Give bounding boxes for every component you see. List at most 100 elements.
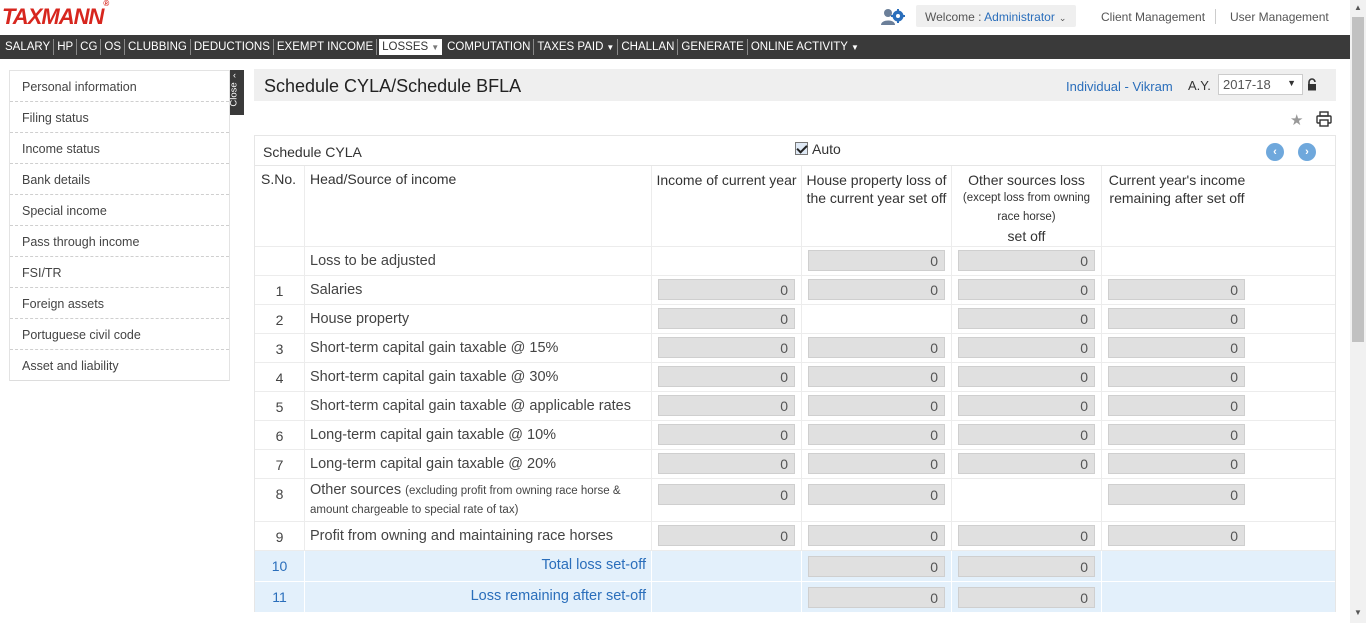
income-current-year-input[interactable]: 0 [658, 395, 795, 416]
assessee-link[interactable]: Individual - Vikram [1066, 79, 1173, 94]
sidebar-item-pass-through-income[interactable]: Pass through income [10, 226, 229, 257]
menu-item-os[interactable]: OS [101, 39, 126, 55]
col-income-current-year: Income of current year [651, 166, 801, 246]
os-loss-set-off-input[interactable]: 0 [958, 453, 1095, 474]
hp-loss-set-off-input[interactable]: 0 [808, 556, 945, 577]
row-number: 11 [272, 589, 287, 605]
chevron-down-icon: ⌄ [1058, 13, 1067, 23]
income-current-year-input[interactable]: 0 [658, 424, 795, 445]
cell-income-remaining: 0 [1101, 276, 1335, 304]
sidebar-item-foreign-assets[interactable]: Foreign assets [10, 288, 229, 319]
scrollbar-thumb[interactable] [1352, 17, 1364, 342]
menu-item-label: TAXES PAID [537, 41, 604, 53]
menu-item-generate[interactable]: GENERATE [678, 39, 748, 55]
chevron-left-icon[interactable]: ‹ [1266, 143, 1284, 161]
os-loss-set-off-input[interactable]: 0 [958, 395, 1095, 416]
sidebar-item-asset-and-liability[interactable]: Asset and liability [10, 350, 229, 381]
sidebar-item-fsi-tr[interactable]: FSI/TR [10, 257, 229, 288]
income-current-year-input[interactable]: 0 [658, 337, 795, 358]
client-management-link[interactable]: Client Management [1101, 10, 1205, 24]
income-current-year-input[interactable]: 0 [658, 279, 795, 300]
income-remaining-input[interactable]: 0 [1108, 484, 1245, 505]
hp-loss-set-off-input[interactable]: 0 [808, 453, 945, 474]
menu-item-hp[interactable]: HP [54, 39, 78, 55]
os-loss-set-off-input[interactable]: 0 [958, 279, 1095, 300]
hp-loss-set-off-input[interactable]: 0 [808, 250, 945, 271]
income-current-year-input[interactable]: 0 [658, 484, 795, 505]
checkbox-checked-icon[interactable] [795, 141, 808, 155]
hp-loss-set-off-input[interactable]: 0 [808, 587, 945, 608]
income-remaining-input[interactable]: 0 [1108, 453, 1245, 474]
row-number: 3 [275, 341, 284, 357]
print-icon[interactable] [1316, 111, 1332, 127]
user-management-link[interactable]: User Management [1230, 10, 1329, 24]
cell-income-remaining: 0 [1101, 392, 1335, 420]
chevron-right-icon[interactable]: › [1298, 143, 1316, 161]
menu-item-exempt-income[interactable]: EXEMPT INCOME [274, 39, 378, 55]
sidebar-item-income-status[interactable]: Income status [10, 133, 229, 164]
lock-icon[interactable] [1307, 78, 1317, 91]
income-current-year-input[interactable]: 0 [658, 525, 795, 546]
sidebar-close-toggle[interactable]: ‹ Close [229, 70, 244, 115]
hp-loss-set-off-input[interactable]: 0 [808, 424, 945, 445]
os-loss-set-off-input[interactable]: 0 [958, 587, 1095, 608]
menu-item-label: ONLINE ACTIVITY [750, 41, 848, 53]
menu-item-salary[interactable]: SALARY [2, 39, 55, 55]
income-remaining-input[interactable]: 0 [1108, 279, 1245, 300]
income-remaining-input[interactable]: 0 [1108, 366, 1245, 387]
cell-sno: 4 [255, 363, 304, 391]
os-loss-set-off-input[interactable]: 0 [958, 337, 1095, 358]
star-icon[interactable]: ★ [1290, 111, 1303, 129]
os-loss-set-off-input[interactable]: 0 [958, 424, 1095, 445]
hp-loss-set-off-input[interactable]: 0 [808, 279, 945, 300]
income-remaining-input[interactable]: 0 [1108, 424, 1245, 445]
income-current-year-input[interactable]: 0 [658, 308, 795, 329]
os-loss-set-off-input[interactable]: 0 [958, 366, 1095, 387]
users-gear-icon[interactable] [880, 6, 906, 28]
sidebar-item-personal-information[interactable]: Personal information [10, 71, 229, 102]
os-loss-set-off-input[interactable]: 0 [958, 250, 1095, 271]
os-loss-set-off-input[interactable]: 0 [958, 556, 1095, 577]
left-sidebar: Personal information Filing status Income … [9, 70, 230, 381]
menu-item-challan[interactable]: CHALLAN [618, 39, 679, 55]
auto-checkbox[interactable]: Auto [795, 141, 841, 157]
hp-loss-set-off-input[interactable]: 0 [808, 525, 945, 546]
menu-item-online-activity[interactable]: ONLINE ACTIVITY ▼ [748, 39, 862, 55]
menu-item-deductions[interactable]: DEDUCTIONS [191, 39, 274, 55]
menu-item-taxes-paid[interactable]: TAXES PAID ▼ [534, 39, 619, 55]
taxmann-logo[interactable]: TAXMANN® [2, 0, 109, 30]
menu-item-cg[interactable]: CG [77, 39, 102, 55]
scroll-up-icon[interactable]: ▲ [1354, 3, 1362, 12]
income-remaining-input[interactable]: 0 [1108, 525, 1245, 546]
hp-loss-set-off-input[interactable]: 0 [808, 366, 945, 387]
ay-select[interactable]: 2017-18 ▼ [1218, 74, 1303, 95]
sidebar-item-filing-status[interactable]: Filing status [10, 102, 229, 133]
hp-loss-set-off-input[interactable]: 0 [808, 395, 945, 416]
income-current-year-input[interactable]: 0 [658, 453, 795, 474]
cell-hp-loss-set-off [801, 305, 951, 333]
menu-item-losses[interactable]: LOSSES ▼ [379, 39, 443, 55]
hp-loss-set-off-input[interactable]: 0 [808, 337, 945, 358]
income-remaining-input[interactable]: 0 [1108, 395, 1245, 416]
income-current-year-input[interactable]: 0 [658, 366, 795, 387]
hp-loss-set-off-input[interactable]: 0 [808, 484, 945, 505]
income-remaining-input[interactable]: 0 [1108, 308, 1245, 329]
welcome-user-dropdown[interactable]: Welcome : Administrator ⌄ [916, 5, 1076, 27]
income-remaining-input[interactable]: 0 [1108, 337, 1245, 358]
table-row: 7 Long-term capital gain taxable @ 20% 0 0 0… [255, 450, 1335, 479]
sidebar-item-bank-details[interactable]: Bank details [10, 164, 229, 195]
sidebar-item-portuguese-civil-code[interactable]: Portuguese civil code [10, 319, 229, 350]
os-loss-set-off-input[interactable]: 0 [958, 525, 1095, 546]
cell-income-remaining: 0 [1101, 334, 1335, 362]
menu-item-clubbing[interactable]: CLUBBING [125, 39, 191, 55]
page-scrollbar[interactable]: ▲ ▼ [1350, 0, 1366, 623]
os-loss-set-off-input[interactable]: 0 [958, 308, 1095, 329]
scroll-down-icon[interactable]: ▼ [1354, 608, 1362, 617]
top-header: TAXMANN® Welcome : Administrator ⌄ Client… [0, 0, 1350, 35]
menu-item-computation[interactable]: COMPUTATION [444, 39, 535, 55]
col-os-loss-set-off: Other sources loss (except loss from own… [951, 166, 1101, 246]
cell-sno: 8 [255, 479, 304, 521]
cell-os-loss-set-off: 0 [951, 551, 1101, 581]
sidebar-item-special-income[interactable]: Special income [10, 195, 229, 226]
chevron-left-icon: ‹ [233, 70, 236, 80]
